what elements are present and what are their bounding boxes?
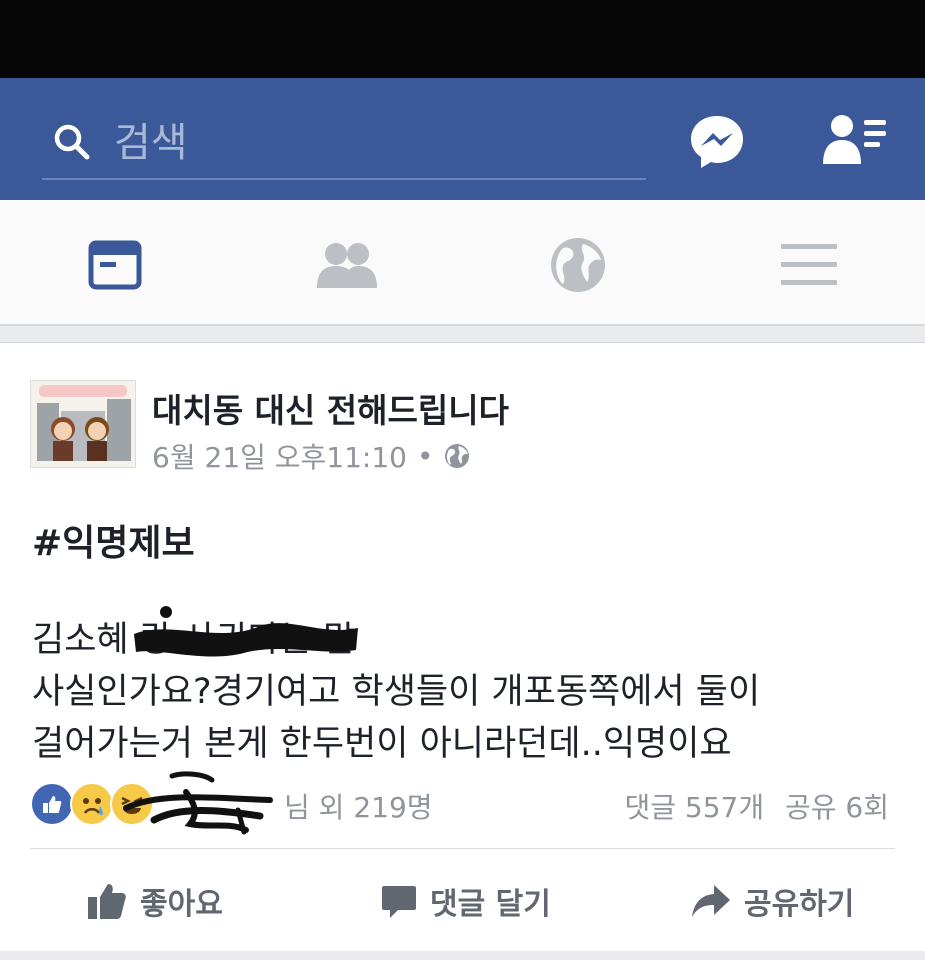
post-meta: 6월 21일 오후11:10 • (152, 436, 470, 476)
comment-label: 댓글 달기 (430, 887, 551, 922)
comment-count[interactable]: 댓글 557개 (624, 791, 764, 824)
comment-icon (382, 886, 416, 918)
tab-menu[interactable] (774, 230, 844, 300)
like-reaction-icon (30, 782, 74, 826)
search-input[interactable] (112, 114, 636, 172)
redaction-scribble (123, 771, 273, 835)
globe-icon (444, 444, 469, 468)
tab-friends[interactable] (312, 230, 382, 300)
like-button[interactable]: 좋아요 (86, 876, 223, 926)
search-icon (54, 124, 90, 160)
post-timestamp[interactable]: 6월 21일 오후11:10 (152, 436, 407, 476)
page-avatar[interactable] (30, 380, 136, 468)
share-count[interactable]: 공유 6회 (785, 791, 889, 824)
news-feed-icon (88, 240, 142, 290)
reaction-count[interactable]: 님 외 219명 (284, 786, 433, 826)
comment-button[interactable]: 댓글 달기 (380, 876, 551, 926)
meta-separator: • (416, 439, 434, 473)
tab-news-feed[interactable] (80, 230, 150, 300)
sad-reaction-icon (70, 782, 114, 826)
globe-icon (551, 238, 605, 292)
share-icon (692, 885, 730, 917)
engagement-counts: 댓글 557개 공유 6회 (624, 786, 889, 826)
share-label: 공유하기 (744, 887, 855, 922)
post-hashtag[interactable]: #익명제보 (32, 514, 195, 566)
thumbs-up-icon (88, 884, 126, 919)
search-bar[interactable] (42, 108, 646, 180)
friends-icon (317, 243, 377, 288)
divider (30, 848, 895, 849)
messenger-icon[interactable] (688, 113, 746, 171)
page-name[interactable]: 대치동 대신 전해드립니다 (152, 384, 509, 432)
menu-icon (781, 244, 837, 285)
friend-requests-icon[interactable] (820, 110, 890, 170)
status-bar (0, 0, 925, 78)
share-button[interactable]: 공유하기 (690, 876, 854, 926)
tab-notifications[interactable] (543, 230, 613, 300)
redaction-scribble (134, 606, 358, 657)
like-label: 좋아요 (140, 887, 223, 922)
